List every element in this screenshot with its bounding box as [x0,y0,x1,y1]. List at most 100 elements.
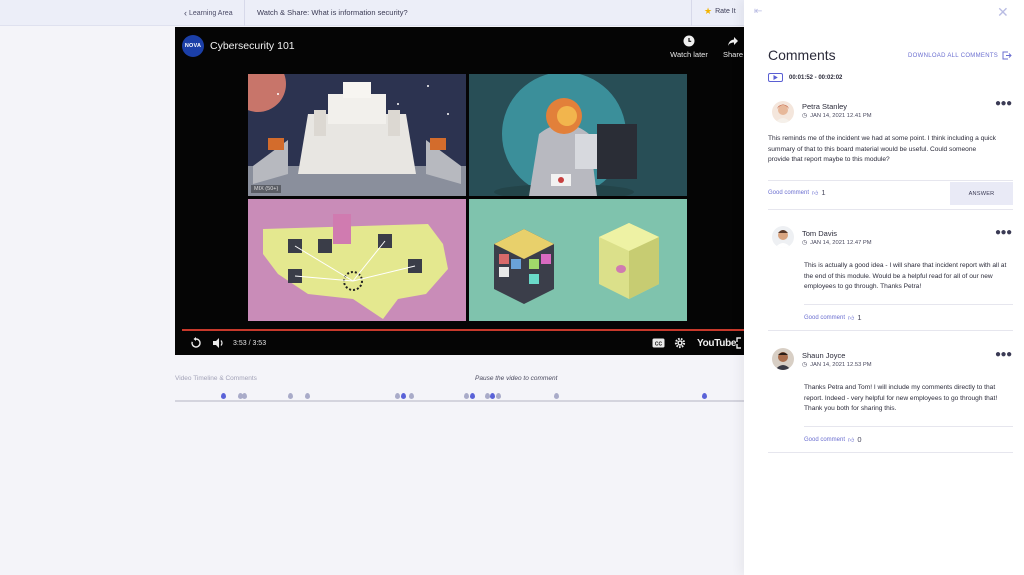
rate-label: Rate It [715,8,736,15]
comment-author: Tom Davis [802,229,838,238]
castle-illustration [248,74,466,196]
timeline-comment-marker[interactable] [702,393,707,399]
settings-icon[interactable] [674,337,686,349]
timeline-hint: Pause the video to comment [475,375,558,382]
comment-text: Thanks Petra and Tom! I will include my … [804,384,998,412]
map-illustration [248,199,466,321]
avatar[interactable] [772,101,794,123]
cubes-illustration [469,199,687,321]
comment-date: ◷ JAN 14, 2021 12.41 PM [802,113,872,119]
video-frame-cubes [469,199,687,321]
rate-button[interactable]: ★ Rate It [704,7,736,16]
comment-time-range: 00:01:52 - 00:02:02 [768,73,842,82]
divider [768,209,1013,210]
clock-icon: ◷ [802,113,808,119]
divider [768,180,1013,181]
video-frame-hacker [469,74,687,196]
clock-icon: ◷ [802,240,808,246]
comment-text: This is actually a good idea - I will sh… [804,262,1007,290]
divider [768,330,1013,331]
timeline-comment-marker[interactable] [305,393,310,399]
timeline-comment-marker[interactable] [288,393,293,399]
avatar[interactable] [772,348,794,370]
timeline-comment-marker[interactable] [401,393,406,399]
divider [691,0,692,26]
like-count: 0 [857,435,862,444]
replay-icon[interactable] [190,337,202,349]
back-link-label: Learning Area [189,9,233,17]
video-player[interactable]: NOVA Cybersecurity 101 Watch later Share [175,27,744,355]
download-all-comments-button[interactable]: DOWNLOAD ALL COMMENTS [908,51,1012,60]
video-progress-bar[interactable] [182,329,744,331]
thumbs-up-icon: 👍︎ [848,437,855,444]
share-arrow-icon [728,37,738,46]
video-title[interactable]: Cybersecurity 101 [210,40,295,52]
divider [244,0,245,26]
thumbs-up-icon: 👍︎ [848,315,855,322]
captions-icon[interactable]: CC [652,337,665,349]
video-frame-castle: MIX (50+) [248,74,466,196]
comment-date-label: JAN 14, 2021 12.47 PM [810,240,872,246]
play-segment-button[interactable] [768,73,783,82]
fullscreen-icon[interactable] [736,337,744,349]
good-comment-button[interactable]: Good comment 👍︎ 1 [804,313,861,322]
timeline-label: Video Timeline & Comments [175,375,257,382]
watch-later-label: Watch later [670,50,708,59]
comment-date-label: JAN 14, 2021 12.41 PM [810,113,872,119]
like-count: 1 [821,188,826,197]
answer-button[interactable]: ANSWER [950,182,1013,205]
timeline-comment-marker[interactable] [242,393,247,399]
channel-logo[interactable]: NOVA [182,35,204,57]
comment-author: Petra Stanley [802,102,848,111]
clock-icon [683,35,695,47]
timeline-comment-marker[interactable] [395,393,400,399]
comment-date-label: JAN 14, 2021 12.53 PM [810,362,872,368]
comments-heading: Comments [768,47,836,63]
timeline-comment-marker[interactable] [554,393,559,399]
timeline-comment-marker[interactable] [496,393,501,399]
youtube-logo[interactable]: YouTube [697,338,737,349]
more-options-icon[interactable]: ●●● [995,227,1012,238]
time-display: 3:53 / 3:53 [233,340,267,347]
chevron-left-icon: ‹ [184,8,187,18]
good-comment-label: Good comment [804,314,846,321]
avatar[interactable] [772,226,794,248]
collapse-panel-icon[interactable]: ⇤ [754,6,762,17]
share-label: Share [722,50,743,59]
thumbs-up-icon: 👍︎ [812,190,819,197]
divider [768,452,1013,453]
download-label: DOWNLOAD ALL COMMENTS [908,52,999,59]
comment-date: ◷ JAN 14, 2021 12.53 PM [802,362,872,368]
timeline-comment-marker[interactable] [221,393,226,399]
video-controls: 3:53 / 3:53 CC YouTube [175,333,744,355]
comment-date: ◷ JAN 14, 2021 12.47 PM [802,240,872,246]
good-comment-label: Good comment [768,189,810,196]
play-icon [773,75,778,80]
video-frame-map [248,199,466,321]
good-comment-button[interactable]: Good comment 👍︎ 1 [768,188,825,197]
timeline-track[interactable] [175,400,744,402]
close-icon[interactable]: ✕ [997,4,1009,21]
timeline-comment-marker[interactable] [409,393,414,399]
live-label: MIX (50+) [251,185,282,193]
good-comment-label: Good comment [804,436,846,443]
divider [804,304,1013,305]
back-link[interactable]: ‹ Learning Area [184,6,233,20]
clock-icon: ◷ [802,362,808,368]
comments-panel: ⇤ ✕ Comments DOWNLOAD ALL COMMENTS 00:01… [744,0,1024,575]
volume-icon[interactable] [212,337,225,349]
good-comment-button[interactable]: Good comment 👍︎ 0 [804,435,861,444]
top-bar: ‹ Learning Area Watch & Share: What is i… [0,0,744,26]
page-title: Watch & Share: What is information secur… [257,8,408,17]
share-button[interactable]: Share [721,35,744,59]
timeline-comment-marker[interactable] [490,393,495,399]
timeline-comment-marker[interactable] [470,393,475,399]
svg-text:CC: CC [655,341,663,347]
timeline-comment-marker[interactable] [464,393,469,399]
watch-later-button[interactable]: Watch later [667,35,711,59]
hacker-illustration [469,74,687,196]
export-icon [1002,51,1012,60]
more-options-icon[interactable]: ●●● [995,98,1012,109]
divider [804,426,1013,427]
more-options-icon[interactable]: ●●● [995,349,1012,360]
